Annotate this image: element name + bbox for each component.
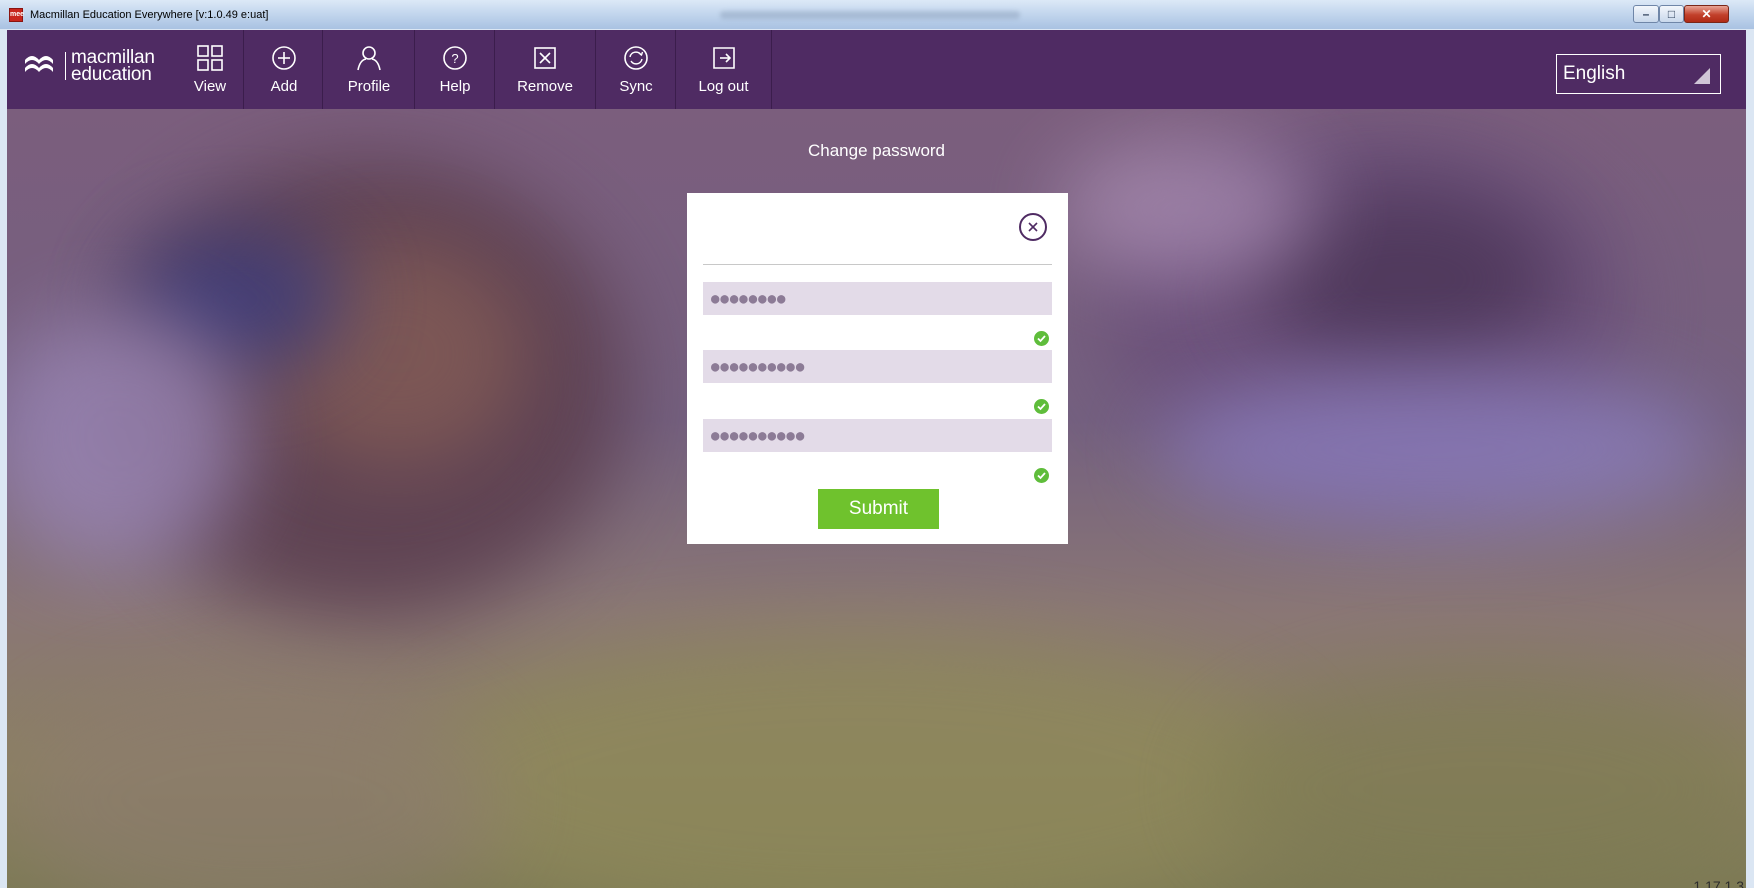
close-icon <box>1028 222 1038 232</box>
dropdown-arrow-icon <box>1694 68 1710 84</box>
current-password-field[interactable] <box>703 282 1052 315</box>
sync-button[interactable]: Sync <box>596 30 676 109</box>
background-blob <box>1207 669 1746 888</box>
help-button-label: Help <box>439 78 471 95</box>
log-out-button[interactable]: Log out <box>676 30 771 109</box>
question-circle-icon: ? <box>443 46 467 70</box>
maximize-icon: □ <box>1667 7 1676 21</box>
toolbar-divider <box>771 30 772 109</box>
valid-check-icon <box>1034 399 1049 414</box>
background-blob <box>7 669 507 888</box>
minimize-icon: – <box>1642 7 1650 21</box>
view-button-label: View <box>193 78 227 95</box>
background-blob <box>1157 369 1717 529</box>
macmillan-waves-logo-icon <box>25 56 53 72</box>
confirm-password-field[interactable] <box>703 419 1052 452</box>
svg-text:?: ? <box>451 51 458 66</box>
grid-icon <box>197 45 223 71</box>
new-password-field[interactable] <box>703 350 1052 383</box>
dialog-divider <box>703 264 1052 265</box>
top-toolbar: macmillan education View Add Profile ? H… <box>7 30 1746 109</box>
app-icon: mee <box>9 8 24 22</box>
app-content: macmillan education View Add Profile ? H… <box>7 30 1746 888</box>
log-out-button-label: Log out <box>698 78 749 95</box>
help-button[interactable]: ? Help <box>415 30 495 109</box>
add-button[interactable]: Add <box>244 30 324 109</box>
language-select-value: English <box>1563 63 1626 84</box>
sync-icon <box>624 46 648 70</box>
change-password-dialog: Submit <box>687 193 1068 544</box>
profile-button[interactable]: Profile <box>323 30 415 109</box>
valid-check-icon <box>1034 331 1049 346</box>
close-dialog-button[interactable] <box>1019 213 1047 241</box>
minimize-button[interactable]: – <box>1633 5 1659 23</box>
background-window-title-blur <box>720 11 1020 19</box>
maximize-button[interactable]: □ <box>1659 5 1684 23</box>
language-select[interactable]: English <box>1556 54 1721 94</box>
window-title: Macmillan Education Everywhere [v:1.0.49… <box>30 9 269 21</box>
background-blob <box>407 629 1307 888</box>
user-icon <box>357 46 381 71</box>
logo-separator <box>65 52 66 80</box>
macmillan-logo: macmillan education <box>23 48 158 90</box>
close-window-button[interactable]: ✕ <box>1684 5 1729 23</box>
close-icon: ✕ <box>1701 7 1712 21</box>
submit-button[interactable]: Submit <box>818 489 939 529</box>
logout-icon <box>712 47 735 69</box>
page-title: Change password <box>807 141 946 160</box>
remove-button-label: Remove <box>517 78 573 95</box>
sync-button-label: Sync <box>619 78 653 95</box>
logo-text-line2: education <box>71 64 152 85</box>
version-label: 1.17.1.3 <box>1693 878 1744 888</box>
remove-button[interactable]: Remove <box>495 30 595 109</box>
plus-circle-icon <box>272 46 296 70</box>
add-button-label: Add <box>270 78 298 95</box>
profile-button-label: Profile <box>347 78 391 95</box>
view-button[interactable]: View <box>170 30 250 109</box>
valid-check-icon <box>1034 468 1049 483</box>
window-titlebar: mee Macmillan Education Everywhere [v:1.… <box>0 0 1754 30</box>
remove-box-icon <box>534 47 556 69</box>
